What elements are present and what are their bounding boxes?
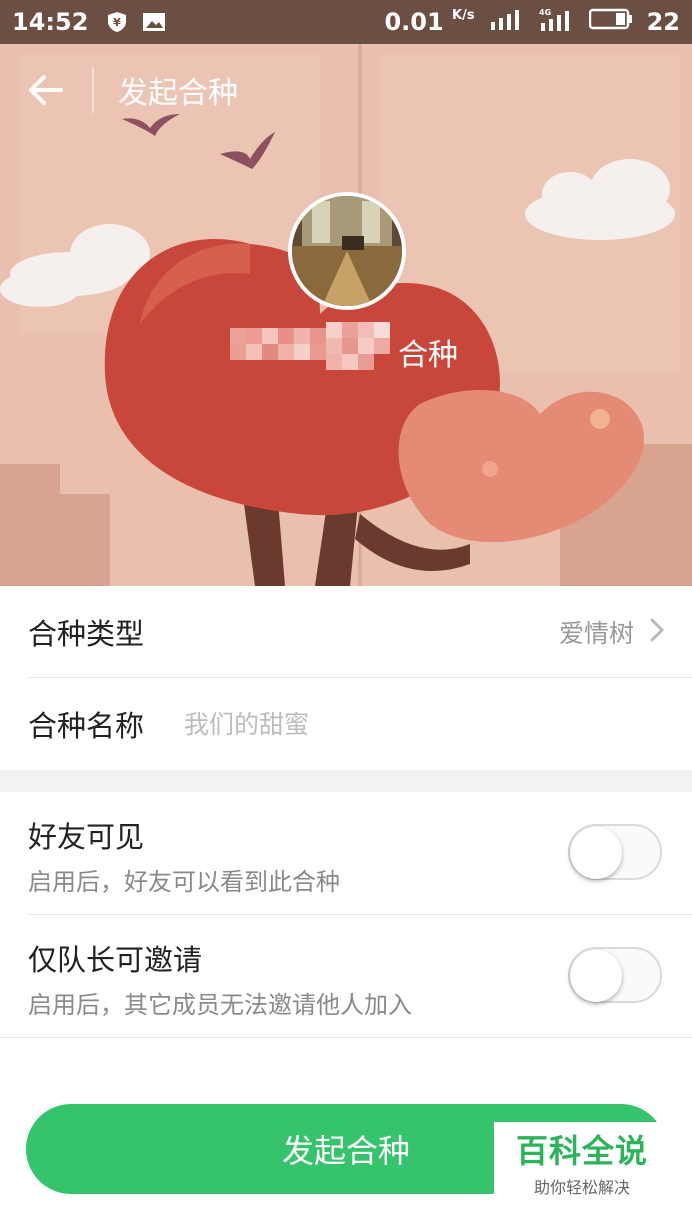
svg-text:¥: ¥	[114, 16, 122, 29]
tree-type-value: 爱情树	[558, 619, 634, 648]
arrow-left-icon	[29, 75, 63, 105]
status-bar: 14:52 ¥ 0.01 K/s 4G 22	[0, 0, 692, 44]
avatar-photo	[292, 196, 402, 306]
image-icon	[142, 11, 166, 33]
shield-icon: ¥	[106, 11, 128, 33]
tree-name-input[interactable]	[184, 709, 605, 739]
battery-icon	[588, 8, 633, 36]
hero-banner: 发起合种 合种	[0, 44, 692, 586]
tree-name-row: 合种名称	[0, 678, 692, 770]
watermark: 百科全说 助你轻松解决	[494, 1122, 670, 1202]
back-button[interactable]	[0, 44, 92, 136]
chevron-right-icon	[650, 618, 665, 646]
svg-text:4G: 4G	[539, 8, 551, 17]
cellular-signal-icon: 4G	[539, 7, 575, 37]
leader-invite-title: 仅队长可邀请	[28, 943, 203, 977]
row-divider	[0, 1037, 692, 1038]
tree-name-label: 合种名称	[28, 709, 145, 743]
watermark-subtitle: 助你轻松解决	[533, 1178, 630, 1197]
leader-invite-desc: 启用后，其它成员无法邀请他人加入	[28, 991, 412, 1019]
section-gap	[0, 770, 692, 792]
leader-invite-row: 仅队长可邀请 启用后，其它成员无法邀请他人加入	[0, 915, 692, 1037]
avatar[interactable]	[288, 192, 406, 310]
friends-visible-row: 好友可见 启用后，好友可以看到此合种	[0, 792, 692, 914]
battery-level: 22	[646, 8, 680, 36]
toggle-knob	[570, 827, 622, 879]
page-title: 发起合种	[118, 76, 238, 111]
toggle-knob	[570, 950, 622, 1002]
friends-visible-toggle[interactable]	[568, 824, 662, 880]
tree-name-suffix: 合种	[398, 338, 458, 373]
toolbar: 发起合种	[0, 44, 692, 136]
tree-type-row[interactable]: 合种类型 爱情树	[0, 586, 692, 678]
friends-visible-desc: 启用后，好友可以看到此合种	[28, 868, 340, 896]
net-speed-unit: K/s	[452, 8, 475, 23]
leader-invite-toggle[interactable]	[568, 947, 662, 1003]
tree-type-label: 合种类型	[28, 617, 145, 651]
wifi-signal-icon	[489, 8, 525, 36]
blurred-username	[230, 314, 392, 370]
friends-visible-title: 好友可见	[28, 820, 145, 854]
net-speed: 0.01	[384, 8, 444, 36]
status-time: 14:52	[12, 8, 89, 36]
watermark-title: 百科全说	[515, 1132, 648, 1170]
toolbar-divider	[92, 67, 94, 113]
